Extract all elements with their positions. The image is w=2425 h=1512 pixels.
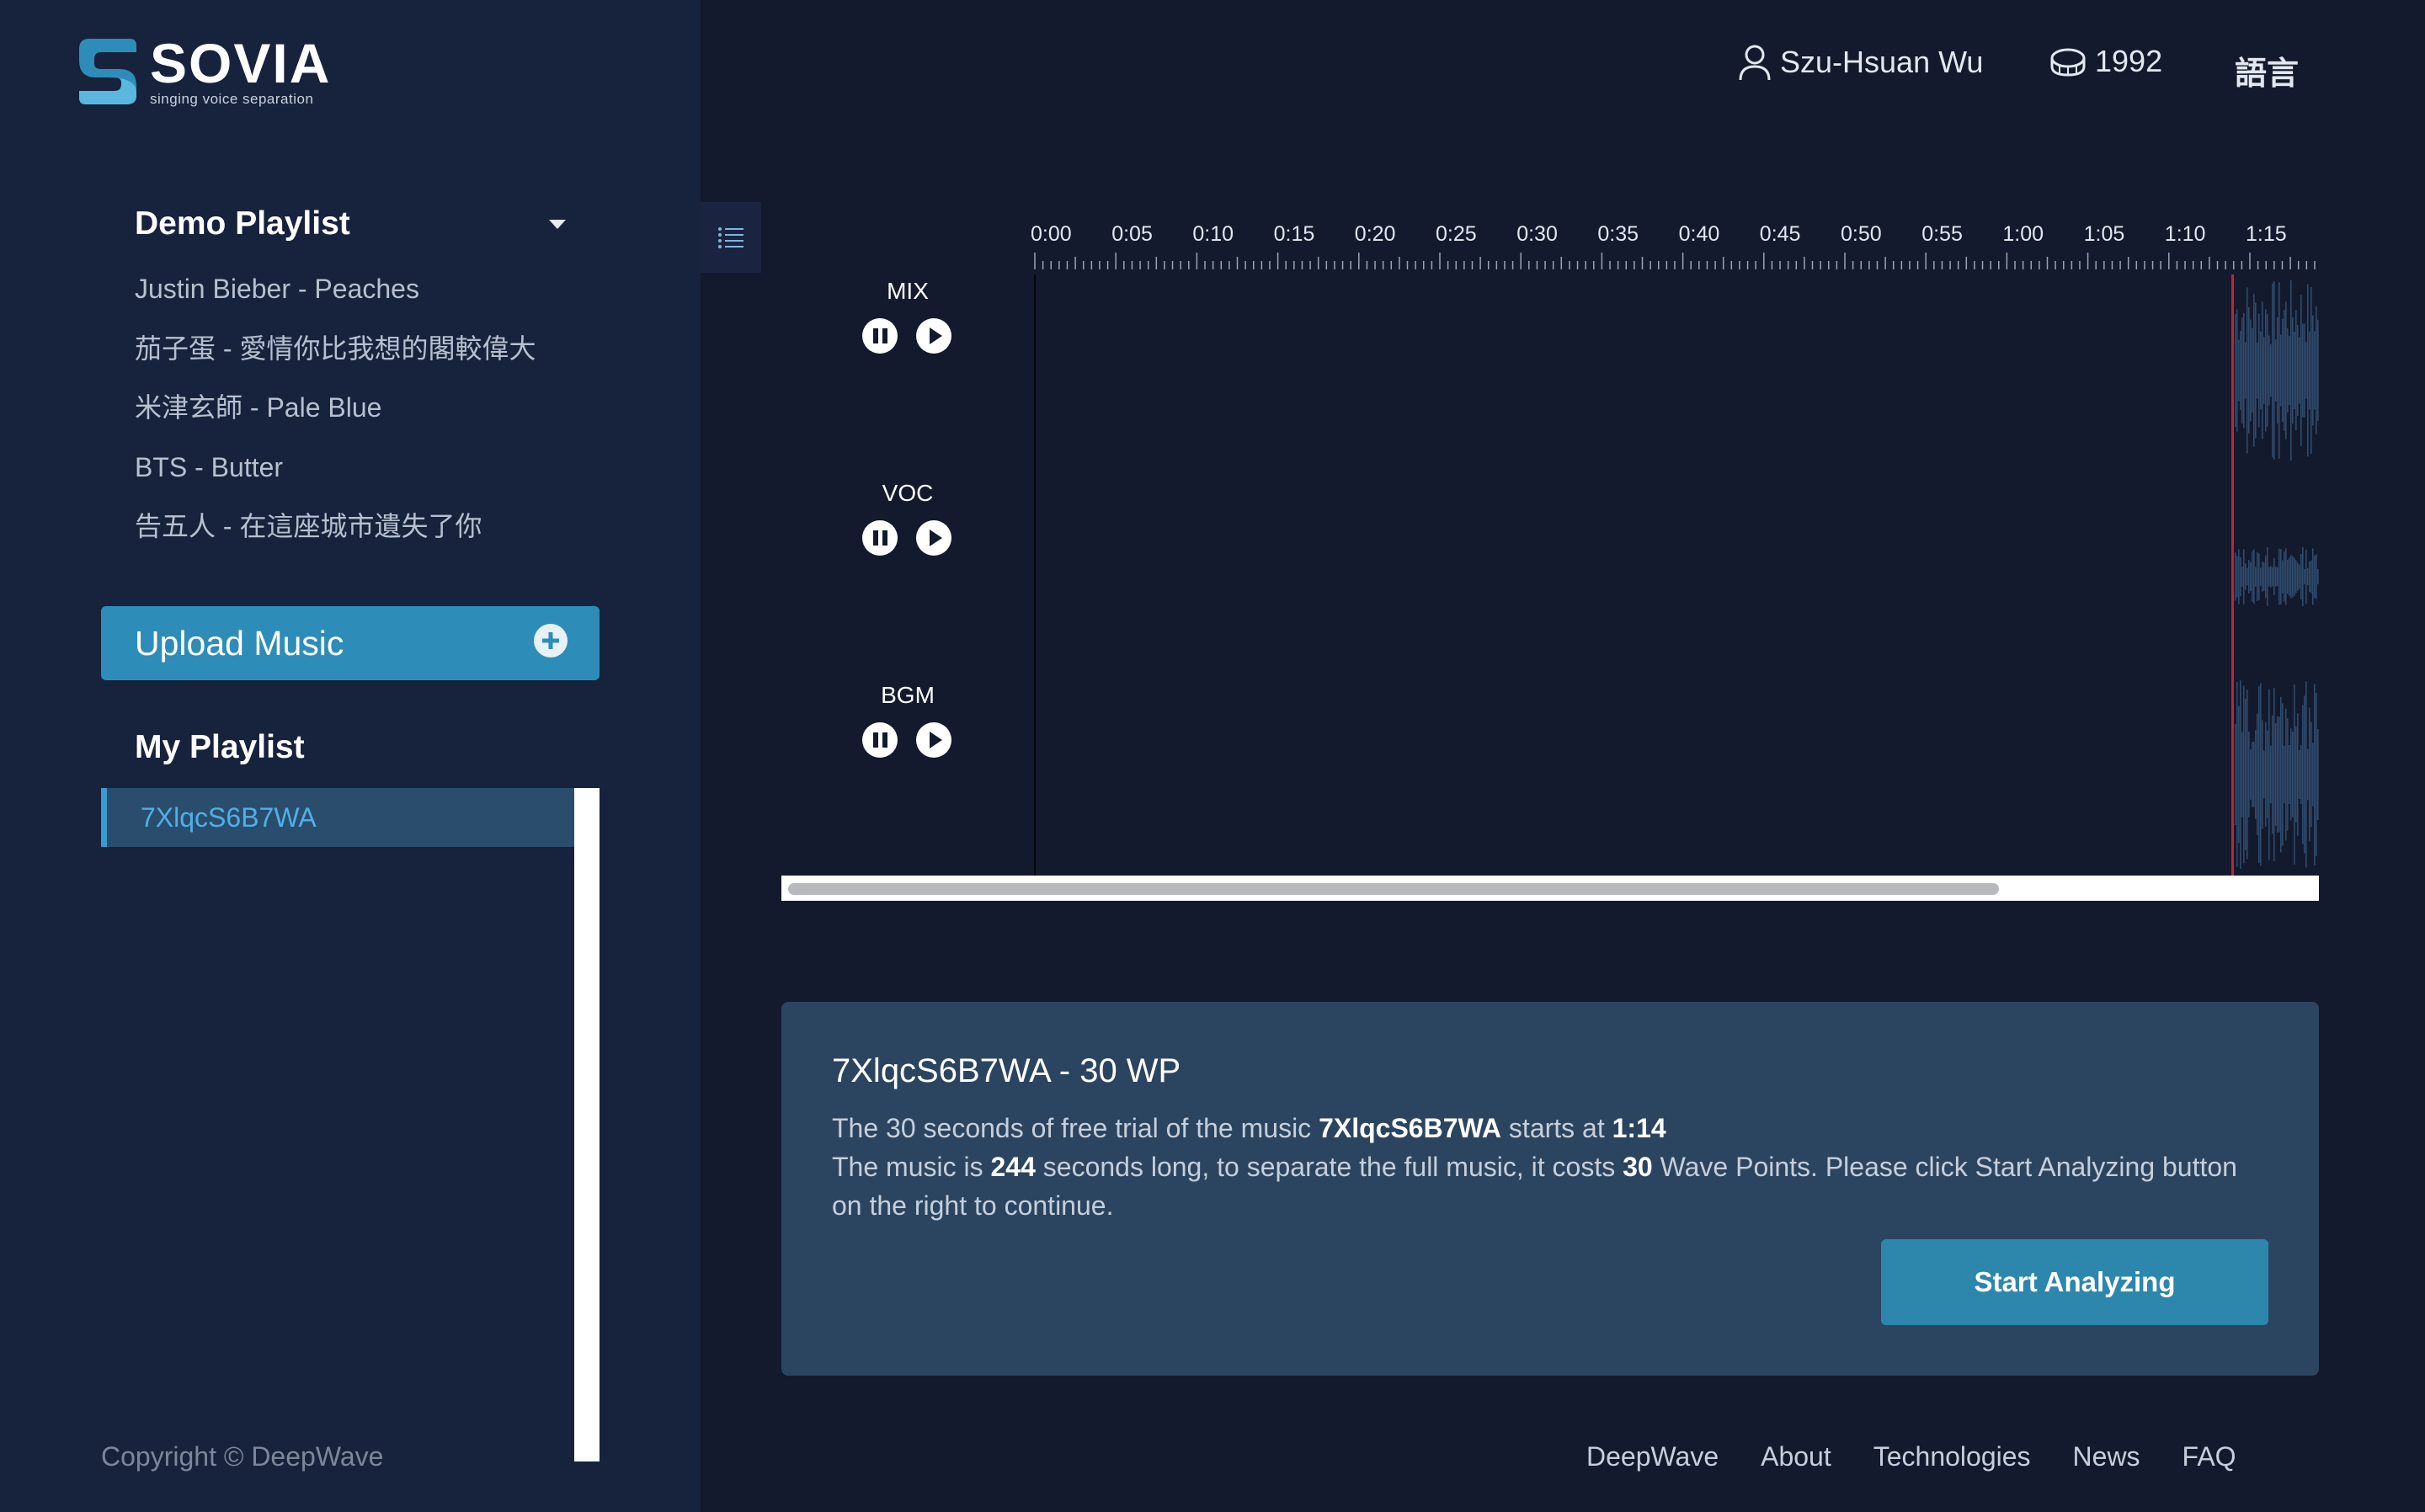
cost-text: The music is 244 seconds long, to separa… xyxy=(832,1152,2237,1221)
footer-link-deepwave[interactable]: DeepWave xyxy=(1586,1441,1719,1472)
waveform-area[interactable] xyxy=(1034,274,2319,876)
wave-points-balance[interactable]: 1992 xyxy=(2049,44,2162,79)
user-menu[interactable]: Szu-Hsuan Wu xyxy=(1738,44,1983,81)
playhead[interactable] xyxy=(2231,274,2234,876)
scrollbar-thumb[interactable] xyxy=(788,883,1999,895)
sidebar: SOVIA singing voice separation Demo Play… xyxy=(0,0,701,1512)
track-controls-bgm xyxy=(862,722,951,758)
my-playlist: 7XlqcS6B7WA xyxy=(101,788,600,1461)
timeline-ruler xyxy=(1034,253,2316,269)
waveform-mix xyxy=(2235,280,2319,461)
demo-playlist-item[interactable]: 告五人 - 在這座城市遺失了你 xyxy=(135,505,536,565)
user-icon xyxy=(1739,45,1771,81)
play-button[interactable] xyxy=(916,722,951,758)
demo-playlist-item[interactable]: 茄子蛋 - 愛情你比我想的閣較偉大 xyxy=(135,327,536,387)
footer-link-news[interactable]: News xyxy=(2073,1441,2140,1472)
coin-icon xyxy=(2050,48,2086,77)
footer-link-about[interactable]: About xyxy=(1761,1441,1831,1472)
play-icon xyxy=(929,327,942,344)
play-button[interactable] xyxy=(916,520,951,556)
play-button[interactable] xyxy=(916,318,951,354)
trial-info-panel: 7XlqcS6B7WA - 30 WP The 30 seconds of fr… xyxy=(781,1002,2319,1376)
pause-icon xyxy=(872,530,887,546)
my-playlist-item[interactable]: 7XlqcS6B7WA xyxy=(101,788,574,847)
footer-link-technologies[interactable]: Technologies xyxy=(1873,1441,2031,1472)
timeline[interactable]: 0:00 0:05 0:10 0:15 0:20 0:25 0:30 0:35 0:40 0:45… xyxy=(1031,219,2321,269)
sovia-logo-icon xyxy=(79,39,136,104)
pause-icon xyxy=(872,328,887,343)
demo-playlist-item[interactable]: Justin Bieber - Peaches xyxy=(135,268,536,327)
plus-circle-icon xyxy=(534,624,568,658)
play-icon xyxy=(929,732,942,748)
waveform-voc xyxy=(2235,546,2319,607)
play-icon xyxy=(929,530,942,546)
coin-count: 1992 xyxy=(2095,44,2163,78)
footer-link-faq[interactable]: FAQ xyxy=(2182,1441,2236,1472)
track-controls-mix xyxy=(862,318,951,354)
footer-nav: DeepWave About Technologies News FAQ xyxy=(1586,1441,2236,1472)
pause-icon xyxy=(872,732,887,748)
track-label-voc: VOC xyxy=(882,480,934,506)
demo-playlist-header[interactable]: Demo Playlist xyxy=(135,200,573,248)
demo-playlist: Justin Bieber - Peaches 茄子蛋 - 愛情你比我想的閣較偉… xyxy=(135,268,536,565)
demo-playlist-title: Demo Playlist xyxy=(135,205,350,242)
my-playlist-scrollbar[interactable] xyxy=(574,788,600,1461)
pause-button[interactable] xyxy=(862,520,898,556)
logo[interactable]: SOVIA singing voice separation xyxy=(77,34,331,108)
toggle-sidebar-button[interactable] xyxy=(701,202,761,273)
start-analyzing-button[interactable]: Start Analyzing xyxy=(1881,1239,2268,1325)
upload-music-label: Upload Music xyxy=(135,623,344,663)
brand-tagline: singing voice separation xyxy=(150,91,314,107)
chevron-down-icon[interactable] xyxy=(549,219,566,229)
track-controls-voc xyxy=(862,520,951,556)
track-label-bgm: BGM xyxy=(881,682,935,708)
info-title: 7XlqcS6B7WA - 30 WP xyxy=(832,1052,1181,1089)
copyright: Copyright © DeepWave xyxy=(101,1441,384,1472)
list-icon xyxy=(718,227,743,248)
demo-playlist-item[interactable]: 米津玄師 - Pale Blue xyxy=(135,386,536,446)
demo-playlist-item[interactable]: BTS - Butter xyxy=(135,446,536,506)
upload-music-button[interactable]: Upload Music xyxy=(101,606,600,680)
horizontal-scrollbar[interactable] xyxy=(781,876,2319,901)
trial-start-text: The 30 seconds of free trial of the musi… xyxy=(832,1113,1666,1143)
pause-button[interactable] xyxy=(862,318,898,354)
track-label-mix: MIX xyxy=(887,278,929,304)
waveform-bgm xyxy=(2235,680,2319,869)
brand-name: SOVIA xyxy=(150,32,332,94)
user-name: Szu-Hsuan Wu xyxy=(1780,45,1984,79)
my-playlist-title: My Playlist xyxy=(135,729,305,765)
pause-button[interactable] xyxy=(862,722,898,758)
language-switch[interactable]: 語言 xyxy=(2235,47,2299,93)
